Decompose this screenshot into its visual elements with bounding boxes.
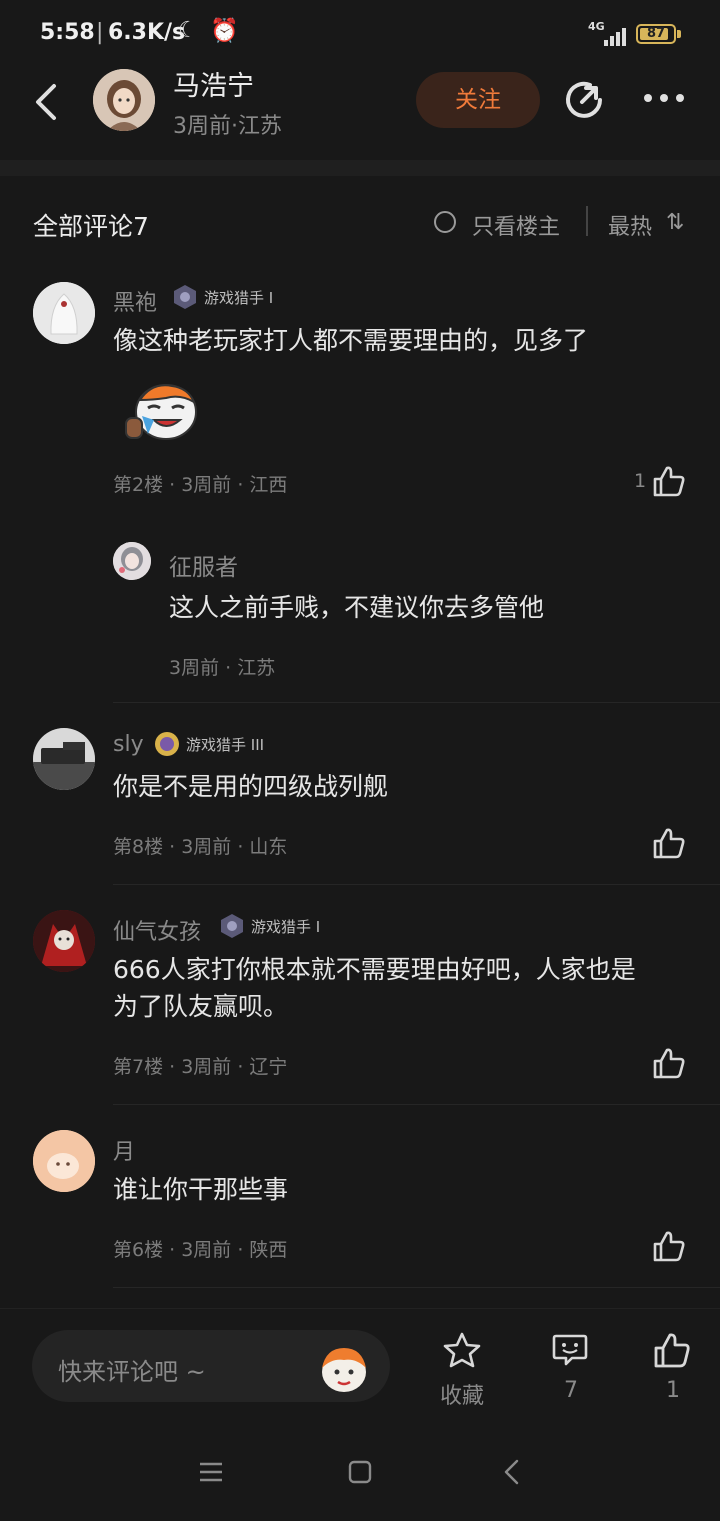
comment-meta: 第2楼 · 3周前 · 江西 [113,474,288,496]
comment-divider [113,884,720,885]
battery-level: 87 [646,26,666,41]
comment-divider [113,1287,720,1288]
author-name[interactable]: 马浩宁 [173,64,254,103]
emoji-button[interactable] [316,1340,372,1396]
nav-home-button[interactable] [348,1460,372,1484]
more-button[interactable] [640,86,688,110]
favorite-button[interactable] [442,1330,482,1370]
comment-text: 谁让你干那些事 [113,1175,289,1204]
sticker-image [122,378,204,444]
follow-button[interactable]: 关注 [416,72,540,128]
like-button[interactable] [652,464,686,498]
thumbs-up-icon [654,1333,690,1368]
star-icon [443,1332,481,1368]
comments-title: 全部评论7 [33,212,149,241]
thumbs-up-icon [653,1048,685,1079]
status-separator: | [96,20,104,45]
moon-icon: ☾ [178,18,198,43]
nav-back-icon [504,1459,519,1485]
favorite-label[interactable]: 收藏 [440,1378,484,1410]
comment-meta: 第8楼 · 3周前 · 山东 [113,836,288,858]
share-icon [566,81,602,118]
badge-icon [174,285,196,309]
comment-text-line-2: 为了队友赢呗。 [113,992,289,1021]
battery-cap [677,30,681,38]
replier-avatar[interactable] [113,542,151,580]
nav-back-button[interactable] [500,1458,524,1486]
back-button[interactable] [28,80,68,124]
status-time: 5:58 [40,20,95,45]
badge-icon [221,914,243,938]
reply-text: 这人之前手贱，不建议你去多管他 [169,593,545,622]
thumbs-up-icon [653,466,685,497]
like-button[interactable] [652,826,686,860]
like-button[interactable] [652,1046,686,1080]
like-button[interactable] [652,1229,686,1263]
badge-label: 游戏猎手 I [251,917,321,936]
net-speed: 6.3K/s [108,20,186,45]
back-arrow-icon [36,84,56,120]
signal-icon [600,26,628,46]
more-icon [644,94,684,102]
like-count-total[interactable]: 1 [666,1378,680,1403]
sort-icon[interactable]: ⇅ [666,210,684,235]
battery-icon: 87 [636,24,676,44]
status-bar: 5:58 | 6.3K/s ☾ ⏰ 4G 87 [0,0,720,70]
badge-label: 游戏猎手 III [186,735,265,754]
comment-icon [552,1334,588,1366]
op-only-toggle[interactable]: 只看楼主 [472,209,560,241]
commenter-name[interactable]: 月 [113,1134,135,1166]
commenter-name[interactable]: sly [113,732,144,757]
nav-menu-button[interactable] [198,1460,224,1484]
comment-meta: 第6楼 · 3周前 · 陕西 [113,1239,288,1261]
comment-text-line-1: 666人家打你根本就不需要理由好吧，人家也是 [113,955,636,984]
like-post-button[interactable] [652,1330,692,1370]
thumbs-up-icon [653,828,685,859]
radio-icon[interactable] [434,211,456,233]
comment-text: 像这种老玩家打人都不需要理由的，见多了 [113,326,589,355]
commenter-name[interactable]: 仙气女孩 [113,914,201,946]
commenter-avatar[interactable] [33,282,95,344]
share-button[interactable] [560,76,608,124]
commenter-avatar[interactable] [33,1130,95,1192]
user-badge: 游戏猎手 III [154,731,264,757]
user-badge: 游戏猎手 I [219,913,320,939]
author-avatar[interactable] [93,69,155,131]
comment-count[interactable]: 7 [564,1378,578,1403]
alarm-icon: ⏰ [210,18,239,44]
commenter-name[interactable]: 黑袍 [113,285,157,317]
thumbs-up-icon [653,1231,685,1262]
badge-label: 游戏猎手 I [204,288,274,307]
like-count: 1 [634,470,647,492]
badge-icon [155,732,179,756]
comment-divider [113,702,720,703]
home-icon [348,1460,372,1484]
menu-icon [200,1462,222,1482]
comment-input-placeholder[interactable]: 快来评论吧 ~ [58,1352,206,1387]
commenter-avatar[interactable] [33,728,95,790]
sort-button[interactable]: 最热 [608,209,652,241]
emoji-icon [322,1348,366,1392]
author-meta: 3周前·江苏 [173,114,282,139]
reply-meta: 3周前 · 江苏 [169,657,276,679]
comment-text: 你是不是用的四级战列舰 [113,772,389,801]
header-separator [586,206,588,236]
section-divider [0,160,720,176]
user-badge: 游戏猎手 I [172,284,273,310]
comment-meta: 第7楼 · 3周前 · 辽宁 [113,1056,288,1078]
replier-name[interactable]: 征服者 [169,548,238,582]
commenter-avatar[interactable] [33,910,95,972]
comment-button[interactable] [550,1330,590,1370]
comment-divider [113,1104,720,1105]
